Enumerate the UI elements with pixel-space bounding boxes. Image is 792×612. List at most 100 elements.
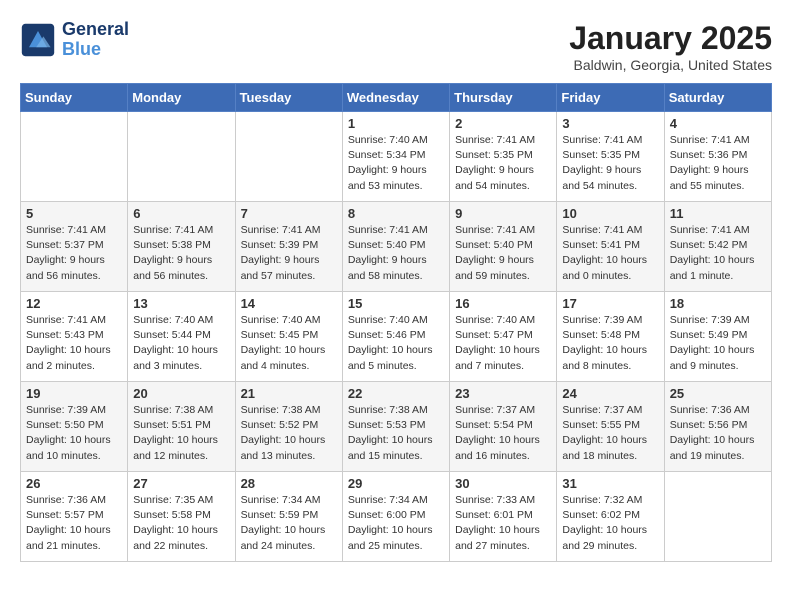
calendar-cell: 26 Sunrise: 7:36 AM Sunset: 5:57 PM Dayli… — [21, 472, 128, 562]
calendar-cell — [128, 112, 235, 202]
calendar-cell: 9Sunrise: 7:41 AM Sunset: 5:40 PM Daylig… — [450, 202, 557, 292]
day-header-sunday: Sunday — [21, 84, 128, 112]
day-header-tuesday: Tuesday — [235, 84, 342, 112]
calendar-cell: 7Sunrise: 7:41 AM Sunset: 5:39 PM Daylig… — [235, 202, 342, 292]
calendar-cell: 25 Sunrise: 7:36 AM Sunset: 5:56 PM Dayli… — [664, 382, 771, 472]
day-info: Sunrise: 7:41 AM Sunset: 5:41 PM Dayligh… — [562, 223, 658, 284]
logo-text: General Blue — [62, 20, 129, 60]
day-number: 7 — [241, 206, 337, 221]
day-info: Sunrise: 7:41 AM Sunset: 5:42 PM Dayligh… — [670, 223, 766, 284]
day-header-monday: Monday — [128, 84, 235, 112]
day-number: 5 — [26, 206, 122, 221]
day-number: 11 — [670, 206, 766, 221]
day-number: 19 — [26, 386, 122, 401]
calendar-cell: 22 Sunrise: 7:38 AM Sunset: 5:53 PM Dayli… — [342, 382, 449, 472]
calendar-body: 1Sunrise: 7:40 AM Sunset: 5:34 PM Daylig… — [21, 112, 772, 562]
day-info: Sunrise: 7:40 AM Sunset: 5:46 PM Dayligh… — [348, 313, 444, 374]
day-info: Sunrise: 7:36 AM Sunset: 5:56 PM Dayligh… — [670, 403, 766, 464]
day-number: 13 — [133, 296, 229, 311]
calendar-cell: 11 Sunrise: 7:41 AM Sunset: 5:42 PM Dayli… — [664, 202, 771, 292]
calendar-cell: 15 Sunrise: 7:40 AM Sunset: 5:46 PM Dayli… — [342, 292, 449, 382]
day-info: Sunrise: 7:38 AM Sunset: 5:53 PM Dayligh… — [348, 403, 444, 464]
day-header-saturday: Saturday — [664, 84, 771, 112]
calendar-cell: 29Sunrise: 7:34 AM Sunset: 6:00 PM Dayli… — [342, 472, 449, 562]
day-info: Sunrise: 7:41 AM Sunset: 5:35 PM Dayligh… — [562, 133, 658, 194]
day-number: 16 — [455, 296, 551, 311]
day-header-friday: Friday — [557, 84, 664, 112]
day-number: 29 — [348, 476, 444, 491]
calendar-cell: 19 Sunrise: 7:39 AM Sunset: 5:50 PM Dayli… — [21, 382, 128, 472]
calendar-cell: 21 Sunrise: 7:38 AM Sunset: 5:52 PM Dayli… — [235, 382, 342, 472]
day-number: 8 — [348, 206, 444, 221]
calendar-cell: 1Sunrise: 7:40 AM Sunset: 5:34 PM Daylig… — [342, 112, 449, 202]
calendar-cell: 14 Sunrise: 7:40 AM Sunset: 5:45 PM Dayli… — [235, 292, 342, 382]
day-info: Sunrise: 7:37 AM Sunset: 5:54 PM Dayligh… — [455, 403, 551, 464]
week-row-1: 1Sunrise: 7:40 AM Sunset: 5:34 PM Daylig… — [21, 112, 772, 202]
week-row-3: 12 Sunrise: 7:41 AM Sunset: 5:43 PM Dayli… — [21, 292, 772, 382]
day-number: 30 — [455, 476, 551, 491]
day-number: 28 — [241, 476, 337, 491]
calendar-cell: 5Sunrise: 7:41 AM Sunset: 5:37 PM Daylig… — [21, 202, 128, 292]
day-number: 31 — [562, 476, 658, 491]
calendar-cell: 18 Sunrise: 7:39 AM Sunset: 5:49 PM Dayli… — [664, 292, 771, 382]
calendar-cell: 3 Sunrise: 7:41 AM Sunset: 5:35 PM Daylig… — [557, 112, 664, 202]
day-info: Sunrise: 7:33 AM Sunset: 6:01 PM Dayligh… — [455, 493, 551, 554]
page-header: General Blue January 2025 Baldwin, Georg… — [20, 20, 772, 73]
calendar-cell — [235, 112, 342, 202]
day-info: Sunrise: 7:41 AM Sunset: 5:36 PM Dayligh… — [670, 133, 766, 194]
day-info: Sunrise: 7:38 AM Sunset: 5:52 PM Dayligh… — [241, 403, 337, 464]
day-info: Sunrise: 7:39 AM Sunset: 5:50 PM Dayligh… — [26, 403, 122, 464]
day-number: 14 — [241, 296, 337, 311]
day-info: Sunrise: 7:34 AM Sunset: 5:59 PM Dayligh… — [241, 493, 337, 554]
calendar-cell: 4Sunrise: 7:41 AM Sunset: 5:36 PM Daylig… — [664, 112, 771, 202]
day-number: 22 — [348, 386, 444, 401]
day-number: 3 — [562, 116, 658, 131]
day-number: 15 — [348, 296, 444, 311]
day-info: Sunrise: 7:41 AM Sunset: 5:43 PM Dayligh… — [26, 313, 122, 374]
day-info: Sunrise: 7:41 AM Sunset: 5:35 PM Dayligh… — [455, 133, 551, 194]
day-number: 18 — [670, 296, 766, 311]
day-info: Sunrise: 7:37 AM Sunset: 5:55 PM Dayligh… — [562, 403, 658, 464]
header-row: SundayMondayTuesdayWednesdayThursdayFrid… — [21, 84, 772, 112]
day-number: 12 — [26, 296, 122, 311]
calendar: SundayMondayTuesdayWednesdayThursdayFrid… — [20, 83, 772, 562]
title-block: January 2025 Baldwin, Georgia, United St… — [569, 20, 772, 73]
day-info: Sunrise: 7:41 AM Sunset: 5:40 PM Dayligh… — [348, 223, 444, 284]
day-info: Sunrise: 7:38 AM Sunset: 5:51 PM Dayligh… — [133, 403, 229, 464]
calendar-cell: 20Sunrise: 7:38 AM Sunset: 5:51 PM Dayli… — [128, 382, 235, 472]
day-number: 21 — [241, 386, 337, 401]
week-row-2: 5Sunrise: 7:41 AM Sunset: 5:37 PM Daylig… — [21, 202, 772, 292]
logo-line1: General — [62, 20, 129, 40]
calendar-header: SundayMondayTuesdayWednesdayThursdayFrid… — [21, 84, 772, 112]
day-number: 2 — [455, 116, 551, 131]
logo-line2: Blue — [62, 39, 101, 59]
day-number: 9 — [455, 206, 551, 221]
day-info: Sunrise: 7:35 AM Sunset: 5:58 PM Dayligh… — [133, 493, 229, 554]
calendar-cell: 30 Sunrise: 7:33 AM Sunset: 6:01 PM Dayli… — [450, 472, 557, 562]
day-number: 26 — [26, 476, 122, 491]
day-header-wednesday: Wednesday — [342, 84, 449, 112]
day-info: Sunrise: 7:39 AM Sunset: 5:49 PM Dayligh… — [670, 313, 766, 374]
day-info: Sunrise: 7:40 AM Sunset: 5:47 PM Dayligh… — [455, 313, 551, 374]
week-row-4: 19 Sunrise: 7:39 AM Sunset: 5:50 PM Dayli… — [21, 382, 772, 472]
calendar-cell — [21, 112, 128, 202]
day-info: Sunrise: 7:40 AM Sunset: 5:34 PM Dayligh… — [348, 133, 444, 194]
day-number: 27 — [133, 476, 229, 491]
day-number: 25 — [670, 386, 766, 401]
day-number: 6 — [133, 206, 229, 221]
day-info: Sunrise: 7:39 AM Sunset: 5:48 PM Dayligh… — [562, 313, 658, 374]
calendar-cell: 24 Sunrise: 7:37 AM Sunset: 5:55 PM Dayli… — [557, 382, 664, 472]
calendar-cell: 10Sunrise: 7:41 AM Sunset: 5:41 PM Dayli… — [557, 202, 664, 292]
logo-icon — [20, 22, 56, 58]
calendar-cell — [664, 472, 771, 562]
logo: General Blue — [20, 20, 129, 60]
calendar-cell: 28 Sunrise: 7:34 AM Sunset: 5:59 PM Dayli… — [235, 472, 342, 562]
day-number: 23 — [455, 386, 551, 401]
day-info: Sunrise: 7:40 AM Sunset: 5:45 PM Dayligh… — [241, 313, 337, 374]
day-info: Sunrise: 7:40 AM Sunset: 5:44 PM Dayligh… — [133, 313, 229, 374]
calendar-cell: 17Sunrise: 7:39 AM Sunset: 5:48 PM Dayli… — [557, 292, 664, 382]
week-row-5: 26 Sunrise: 7:36 AM Sunset: 5:57 PM Dayli… — [21, 472, 772, 562]
day-info: Sunrise: 7:36 AM Sunset: 5:57 PM Dayligh… — [26, 493, 122, 554]
day-number: 24 — [562, 386, 658, 401]
calendar-cell: 6Sunrise: 7:41 AM Sunset: 5:38 PM Daylig… — [128, 202, 235, 292]
